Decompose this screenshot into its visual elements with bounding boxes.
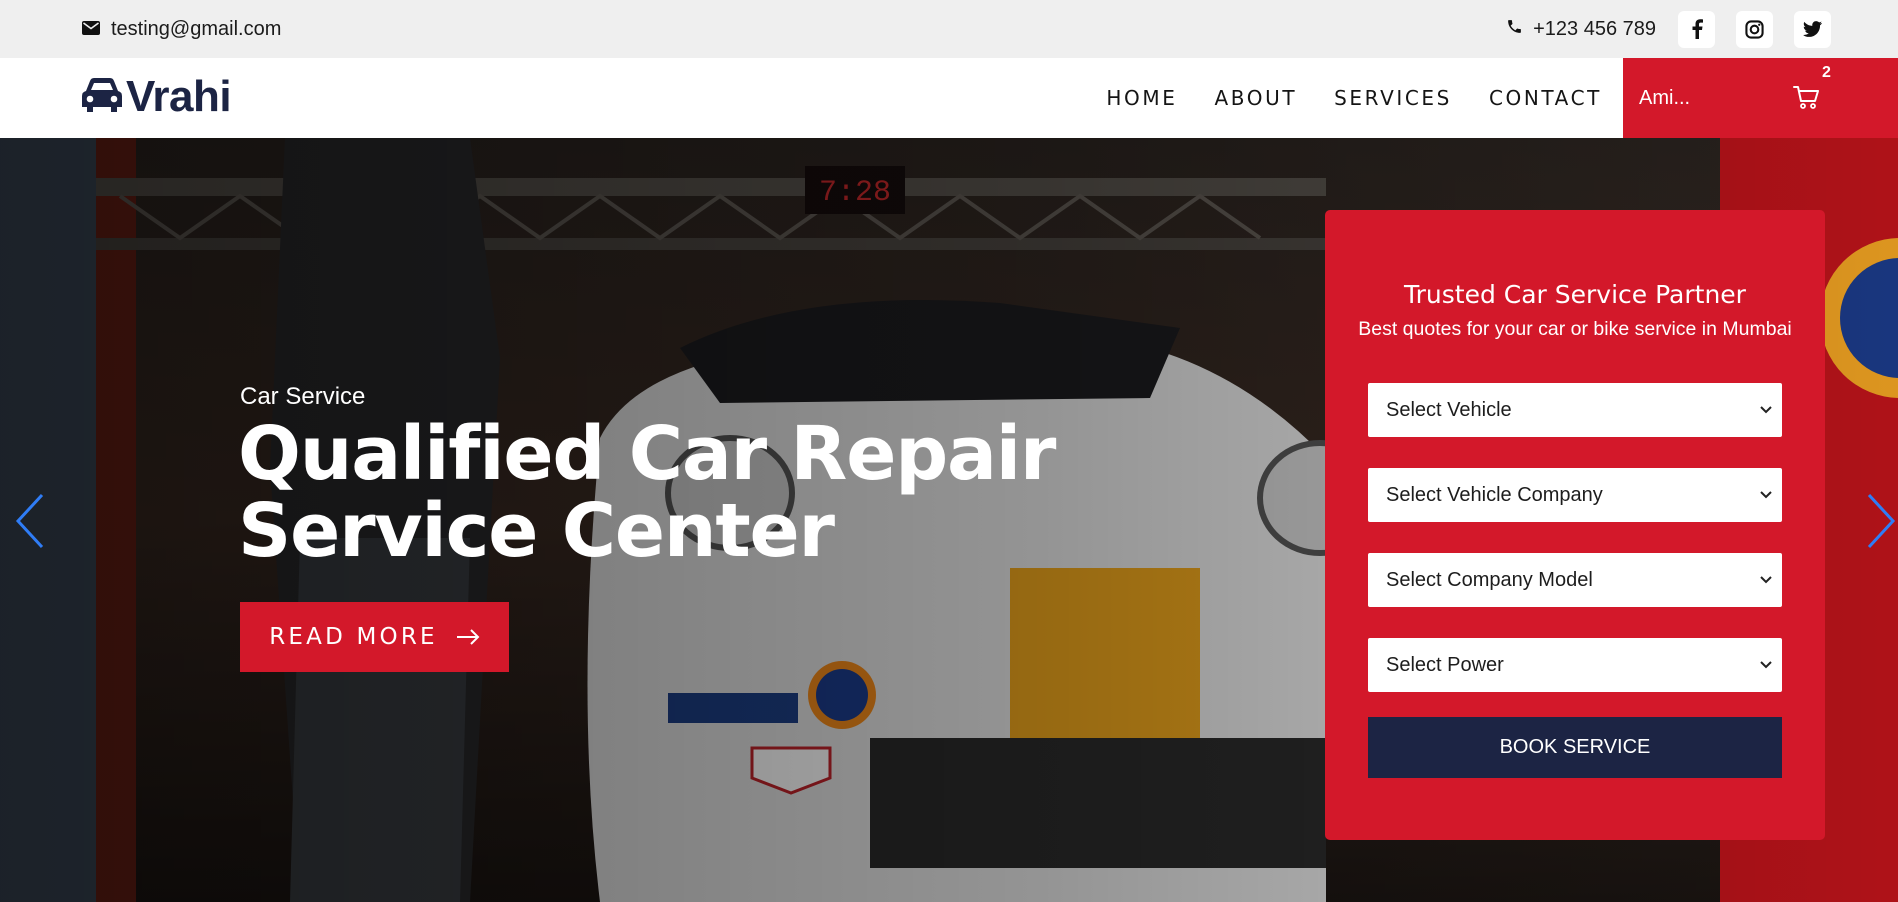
hero-title: Qualified Car Repair Service Center (238, 411, 1056, 574)
account-cart-panel: Ami... 2 (1623, 58, 1898, 138)
main-navbar: Vrahi HOME ABOUT SERVICES CONTACT Ami...… (0, 58, 1898, 138)
read-more-label: READ MORE (269, 624, 438, 650)
main-menu: HOME ABOUT SERVICES CONTACT (1106, 58, 1602, 138)
cart-icon[interactable] (1793, 85, 1819, 114)
top-bar: testing@gmail.com +123 456 789 (0, 0, 1898, 58)
select-power[interactable]: Select Power (1368, 638, 1782, 692)
book-service-button[interactable]: BOOK SERVICE (1368, 717, 1782, 778)
nav-home[interactable]: HOME (1106, 86, 1177, 110)
twitter-icon[interactable] (1794, 10, 1831, 48)
arrow-right-icon (456, 629, 480, 645)
form-title: Trusted Car Service Partner (1404, 280, 1746, 309)
chevron-down-icon (1760, 406, 1772, 414)
car-icon (82, 77, 122, 118)
site-logo[interactable]: Vrahi (82, 72, 232, 122)
mail-icon (82, 18, 100, 41)
logo-text: Vrahi (126, 72, 232, 121)
select-company-model[interactable]: Select Company Model (1368, 553, 1782, 607)
account-name[interactable]: Ami... (1639, 87, 1690, 110)
select-power-value: Select Power (1386, 653, 1504, 676)
form-subtitle: Best quotes for your car or bike service… (1358, 318, 1792, 340)
cart-count-badge: 2 (1822, 64, 1831, 81)
hero-subtitle: Car Service (240, 383, 366, 410)
nav-services[interactable]: SERVICES (1334, 86, 1452, 110)
chevron-down-icon (1760, 576, 1772, 584)
nav-contact[interactable]: CONTACT (1489, 86, 1602, 110)
email-text[interactable]: testing@gmail.com (111, 18, 281, 41)
facebook-icon[interactable] (1678, 10, 1715, 48)
contact-email: testing@gmail.com (82, 18, 281, 41)
read-more-button[interactable]: READ MORE (240, 602, 509, 672)
chevron-down-icon (1760, 491, 1772, 499)
select-vehicle-value: Select Vehicle (1386, 398, 1512, 421)
nav-about[interactable]: ABOUT (1214, 86, 1297, 110)
phone-icon (1506, 18, 1523, 41)
select-vehicle[interactable]: Select Vehicle (1368, 383, 1782, 437)
contact-phone: +123 456 789 (1506, 18, 1656, 41)
select-vehicle-company[interactable]: Select Vehicle Company (1368, 468, 1782, 522)
select-company-model-value: Select Company Model (1386, 568, 1593, 591)
slider-next-arrow[interactable] (1865, 493, 1897, 554)
instagram-icon[interactable] (1736, 10, 1773, 48)
phone-text[interactable]: +123 456 789 (1533, 18, 1656, 41)
booking-form: Trusted Car Service Partner Best quotes … (1325, 210, 1825, 840)
select-vehicle-company-value: Select Vehicle Company (1386, 483, 1603, 506)
chevron-down-icon (1760, 661, 1772, 669)
hero-slider: 7:28 Car Service Qualified Car Repair Se… (0, 138, 1898, 902)
slider-prev-arrow[interactable] (14, 493, 46, 554)
